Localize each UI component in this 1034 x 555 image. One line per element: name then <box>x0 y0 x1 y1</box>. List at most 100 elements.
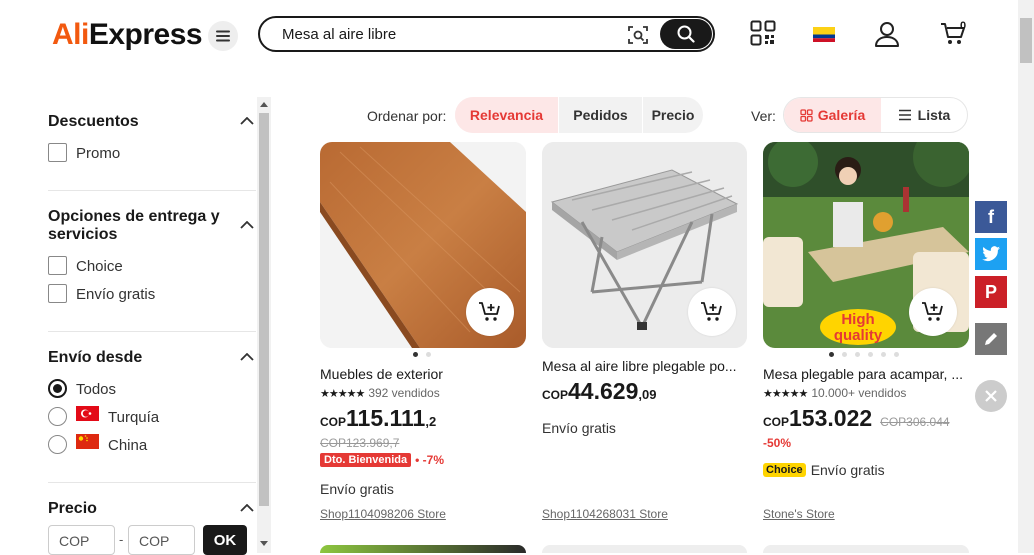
aliexpress-logo[interactable]: AliExpress <box>52 18 203 52</box>
store-link[interactable]: Shop1104268031 Store <box>542 507 668 521</box>
price-separator: - <box>119 532 124 547</box>
product-price: COP153.022 COP306.044 <box>763 405 950 432</box>
currency: COP <box>763 415 790 429</box>
view-gallery-button[interactable]: Galería <box>784 98 881 132</box>
logo-suffix: Express <box>88 18 203 51</box>
add-to-cart-button[interactable] <box>909 288 957 336</box>
add-to-cart-icon <box>701 302 722 321</box>
star-rating-icon: ★★★★★ <box>763 387 808 400</box>
colombia-flag-icon[interactable] <box>813 27 835 42</box>
user-account-icon[interactable] <box>874 21 900 52</box>
image-search-icon[interactable] <box>627 24 649 51</box>
sidebar-scrollbar[interactable] <box>257 97 271 553</box>
option-label-choice: Choice <box>76 258 123 275</box>
turkey-flag-icon <box>76 406 99 421</box>
discount-percent: • -7% <box>415 453 444 467</box>
price-max-input[interactable]: COP <box>128 525 195 555</box>
list-icon <box>898 109 911 121</box>
price-decimal: ,09 <box>638 387 657 402</box>
product-title[interactable]: Muebles de exterior <box>320 366 526 382</box>
view-label: Ver: <box>751 108 776 124</box>
close-share-button[interactable] <box>975 380 1007 412</box>
grid-icon <box>800 108 813 122</box>
sort-price-button[interactable]: Precio <box>643 97 703 133</box>
product-image[interactable] <box>542 545 747 553</box>
edit-pencil-icon[interactable] <box>975 323 1007 355</box>
high-quality-sticker: quality <box>834 327 883 344</box>
pinterest-share-icon[interactable]: P <box>975 276 1007 308</box>
view-list-label: Lista <box>917 107 951 123</box>
product-price: COP115.111,2 <box>320 405 436 432</box>
radio-china[interactable] <box>48 435 67 454</box>
radio-todos[interactable] <box>48 379 67 398</box>
product-image[interactable] <box>320 142 526 348</box>
product-title[interactable]: Mesa plegable para acampar, ... <box>763 366 969 382</box>
product-image[interactable] <box>763 545 969 553</box>
cart-count: 0 <box>960 20 967 32</box>
chevron-up-icon[interactable] <box>240 117 254 125</box>
add-to-cart-button[interactable] <box>466 288 514 336</box>
view-list-button[interactable]: Lista <box>881 98 967 132</box>
filter-title-discounts: Descuentos <box>48 113 139 130</box>
checkbox-promo[interactable] <box>48 143 67 162</box>
sold-count: 10.000+ vendidos <box>811 386 907 400</box>
sort-orders-button[interactable]: Pedidos <box>559 97 643 133</box>
filter-title-ships-from: Envío desde <box>48 349 143 366</box>
filter-title-price: Precio <box>48 500 97 517</box>
sidebar-scrollbar-thumb[interactable] <box>259 113 269 506</box>
product-title[interactable]: Mesa al aire libre plegable po... <box>542 358 748 374</box>
product-image[interactable] <box>542 142 747 348</box>
twitter-share-icon[interactable] <box>975 238 1007 270</box>
price-integer: 153.022 <box>789 405 873 431</box>
page-scrollbar-thumb[interactable] <box>1020 18 1032 63</box>
price-integer: 115.111 <box>346 405 426 431</box>
china-flag-icon <box>76 434 99 449</box>
view-toggle: Galería Lista <box>783 97 968 133</box>
radio-turkey[interactable] <box>48 407 67 426</box>
chevron-up-icon[interactable] <box>240 504 254 512</box>
checkbox-choice[interactable] <box>48 256 67 275</box>
search-input[interactable] <box>282 24 612 44</box>
price-ok-button[interactable]: OK <box>203 525 247 555</box>
option-label-todos: Todos <box>76 381 117 398</box>
option-label-promo: Promo <box>76 145 121 162</box>
chevron-up-icon[interactable] <box>240 221 254 229</box>
price-min-input[interactable]: COP <box>48 525 115 555</box>
view-gallery-label: Galería <box>817 107 866 123</box>
add-to-cart-icon <box>922 302 943 321</box>
qr-code-icon[interactable] <box>750 20 776 51</box>
old-price: COP123.969,7 <box>320 436 400 450</box>
checkbox-free-shipping[interactable] <box>48 284 67 303</box>
product-image[interactable]: High quality <box>763 142 969 348</box>
sort-label: Ordenar por: <box>367 108 447 124</box>
store-link[interactable]: Stone's Store <box>763 507 835 521</box>
divider <box>48 331 256 332</box>
scroll-up-arrow-icon[interactable] <box>260 101 268 107</box>
product-price: COP44.629,09 <box>542 378 656 405</box>
currency: COP <box>320 415 347 429</box>
scroll-down-arrow-icon[interactable] <box>260 541 268 547</box>
close-icon <box>985 390 997 402</box>
sort-relevance-button[interactable]: Relevancia <box>455 97 559 133</box>
divider <box>48 190 256 191</box>
product-rating: ★★★★★ 392 vendidos <box>320 386 440 400</box>
promo-row: Dto. Bienvenida • -7% <box>320 453 444 467</box>
facebook-share-icon[interactable]: f <box>975 201 1007 233</box>
chevron-up-icon[interactable] <box>240 353 254 361</box>
menu-button[interactable] <box>208 21 238 51</box>
shipping-info: Envío gratis <box>542 420 616 436</box>
shipping-info: Envío gratis <box>320 481 394 497</box>
product-image[interactable] <box>320 545 526 553</box>
store-link[interactable]: Shop1104098206 Store <box>320 507 446 521</box>
price-decimal: ,2 <box>425 414 437 429</box>
shipping-info: Envío gratis <box>810 462 885 478</box>
hamburger-icon <box>216 30 230 42</box>
add-to-cart-button[interactable] <box>688 288 736 336</box>
price-integer: 44.629 <box>568 378 639 404</box>
discount-percent: -50% <box>763 436 792 450</box>
sort-options: Relevancia Pedidos Precio <box>455 97 703 133</box>
divider <box>48 482 256 483</box>
option-label-turkey: Turquía <box>108 409 160 426</box>
page-scrollbar[interactable] <box>1018 0 1034 553</box>
search-button[interactable] <box>660 19 712 49</box>
